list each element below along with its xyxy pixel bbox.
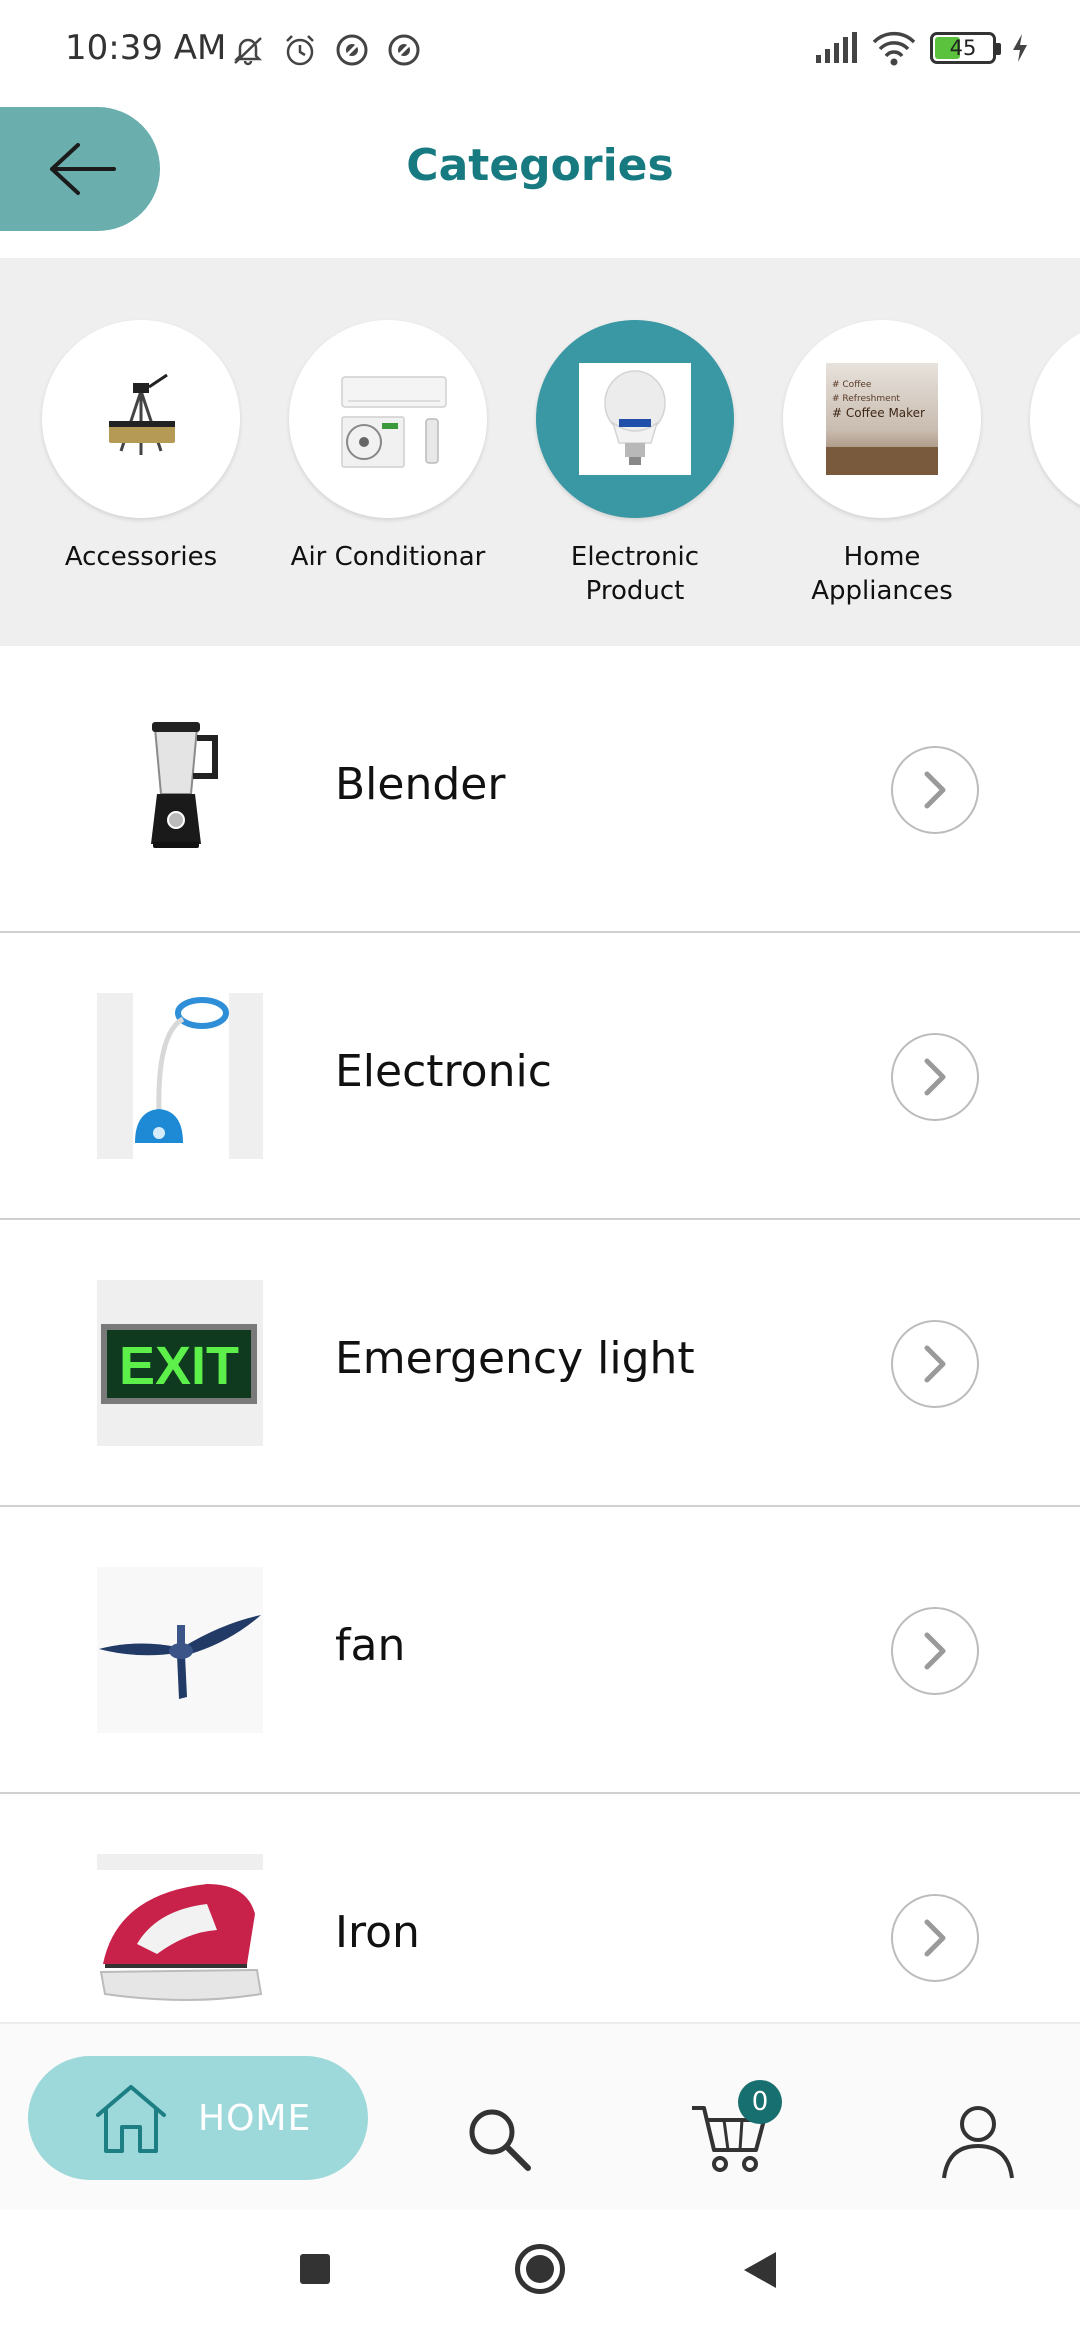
category-image (289, 320, 487, 518)
product-name: Emergency light (335, 1333, 695, 1384)
coffee-text-1: # Coffee (832, 380, 872, 390)
list-item-blender[interactable]: Blender (0, 646, 1080, 933)
tripod-icon (109, 373, 175, 455)
category-home-appliances[interactable]: # Coffee # Refreshment # Coffee Maker Ho… (782, 320, 982, 608)
category-image: # Coffee # Refreshment # Coffee Maker (783, 320, 981, 518)
category-label: Home Appliances (811, 542, 953, 606)
cart-count-badge: 0 (738, 2080, 782, 2124)
product-name: Blender (335, 759, 506, 810)
product-name: Electronic (335, 1046, 552, 1097)
category-label: Electronic Product (570, 542, 700, 606)
exit-sign-icon: EXIT (97, 1280, 263, 1446)
category-air-conditioner[interactable]: Air Conditionar (288, 320, 488, 574)
open-fan-button[interactable] (891, 1607, 979, 1695)
product-thumbnail (97, 706, 263, 872)
air-conditioner-icon (341, 376, 447, 468)
recent-apps-icon[interactable] (300, 2254, 330, 2284)
product-list[interactable]: Blender Electronic EXIT Emergency light … (0, 646, 1080, 2022)
search-icon[interactable] (464, 2104, 534, 2174)
category-strip[interactable]: Accessories Air Conditionar Electronic P… (0, 258, 1080, 646)
chevron-right-icon (924, 1058, 946, 1096)
partial-category-icon (1030, 320, 1080, 518)
product-thumbnail (97, 1854, 263, 2020)
product-name: fan (335, 1620, 406, 1671)
battery-nub (996, 43, 1001, 55)
chevron-right-icon (924, 1919, 946, 1957)
list-item-emergency-light[interactable]: EXIT Emergency light (0, 1220, 1080, 1507)
battery-icon: 45 (930, 32, 1001, 64)
iron-icon (97, 1854, 263, 2020)
status-notification-icons (228, 30, 424, 70)
coffee-text-3: # Coffee Maker (832, 406, 925, 420)
product-thumbnail (97, 993, 263, 1159)
open-blender-button[interactable] (891, 746, 979, 834)
category-label: Air Conditionar (290, 542, 486, 572)
charging-icon (1013, 34, 1027, 62)
list-item-fan[interactable]: fan (0, 1507, 1080, 1794)
bulb-icon (579, 363, 691, 475)
home-icon (96, 2085, 166, 2153)
system-nav-bar (0, 2210, 1080, 2340)
status-bar: 10:39 AM 45 (0, 0, 1080, 100)
status-system-icons: 45 (814, 30, 1030, 66)
home-system-icon[interactable] (515, 2244, 565, 2294)
alarm-icon (286, 35, 314, 66)
signal-icon (816, 32, 857, 63)
list-item-electronic[interactable]: Electronic (0, 933, 1080, 1220)
blender-icon (151, 722, 218, 848)
page-title: Categories (406, 140, 674, 191)
open-iron-button[interactable] (891, 1894, 979, 1982)
chevron-right-icon (924, 771, 946, 809)
exit-sign-text: EXIT (119, 1336, 239, 1396)
sync-icon (336, 34, 368, 66)
wifi-icon (872, 31, 916, 66)
ceiling-fan-icon (97, 1567, 263, 1733)
category-accessories[interactable]: Accessories (41, 320, 241, 574)
category-partial[interactable] (1029, 320, 1080, 518)
status-time: 10:39 AM (65, 28, 227, 68)
profile-icon[interactable] (938, 2100, 1018, 2180)
category-image-selected (536, 320, 734, 518)
desk-lamp-icon (97, 993, 263, 1159)
open-electronic-button[interactable] (891, 1033, 979, 1121)
chevron-right-icon (924, 1345, 946, 1383)
list-item-iron[interactable]: Iron (0, 1794, 1080, 2022)
nav-home-label: HOME (198, 2097, 312, 2139)
category-electronic-product[interactable]: Electronic Product (535, 320, 735, 608)
product-thumbnail: EXIT (97, 1280, 263, 1446)
bottom-nav: HOME 0 (0, 2022, 1080, 2210)
product-name: Iron (335, 1907, 420, 1958)
chevron-right-icon (924, 1632, 946, 1670)
battery-level: 45 (949, 36, 977, 60)
product-thumbnail (97, 1567, 263, 1733)
coffee-text-2: # Refreshment (832, 394, 900, 404)
category-label: Accessories (64, 542, 218, 572)
back-system-icon[interactable] (742, 2250, 778, 2290)
coffee-maker-icon: # Coffee # Refreshment # Coffee Maker (826, 363, 938, 475)
mute-icon (233, 37, 263, 66)
open-emergency-light-button[interactable] (891, 1320, 979, 1408)
sync-icon (388, 34, 420, 66)
category-image (42, 320, 240, 518)
nav-home-button[interactable]: HOME (28, 2056, 368, 2180)
